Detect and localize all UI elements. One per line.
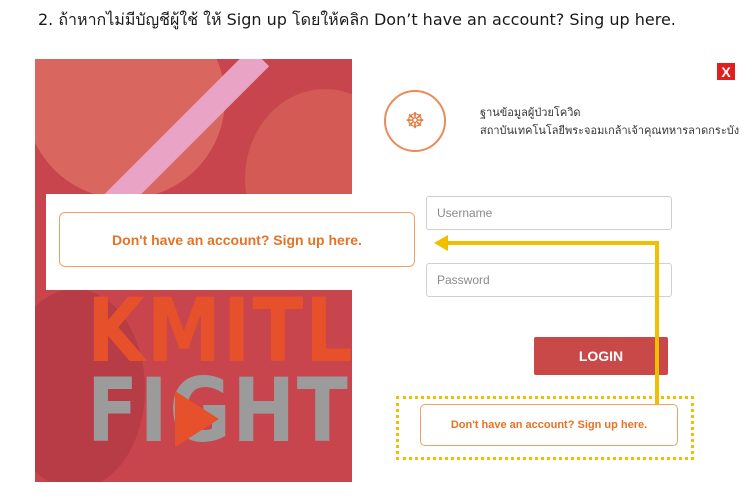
pointer-arrow-icon [434,235,659,404]
